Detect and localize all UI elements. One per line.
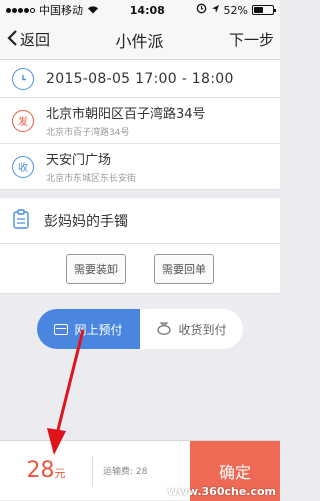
- pay-online-option[interactable]: 网上预付: [37, 309, 140, 349]
- pay-online-label: 网上预付: [74, 322, 123, 337]
- pay-on-delivery-label: 收货到付: [178, 322, 227, 337]
- price-value: 28: [26, 458, 55, 483]
- signal-icon: [6, 7, 35, 13]
- status-bar: 中国移动 14:08 52%: [0, 0, 280, 20]
- need-receipt-button[interactable]: 需要回单: [154, 253, 214, 284]
- payment-area: 网上预付 收货到付: [0, 294, 280, 364]
- battery-icon: [252, 5, 276, 15]
- credit-card-icon: [54, 323, 69, 335]
- sender-address: 北京市朝阳区百子湾路34号: [46, 107, 206, 122]
- price-display: 28元: [0, 458, 92, 483]
- chevron-left-icon: [6, 29, 18, 51]
- next-step-button[interactable]: 下一步: [229, 29, 274, 50]
- back-button[interactable]: 返回: [6, 29, 50, 51]
- receiver-address-detail: 北京市东城区东长安街: [46, 174, 137, 184]
- pickup-time: 2015-08-05 17:00 - 18:00: [46, 70, 234, 87]
- order-details: 2015-08-05 17:00 - 18:00 发 北京市朝阳区百子湾路34号…: [0, 60, 280, 190]
- back-label: 返回: [20, 31, 51, 49]
- receiver-pin-icon: 收: [12, 155, 34, 178]
- page-title: 小件派: [115, 31, 164, 51]
- sender-address-detail: 北京市百子湾路34号: [46, 128, 130, 138]
- pickup-time-row[interactable]: 2015-08-05 17:00 - 18:00: [0, 60, 280, 98]
- item-name: 彭妈妈的手镯: [44, 213, 128, 230]
- wifi-icon: [87, 4, 99, 17]
- need-loading-button[interactable]: 需要装卸: [66, 253, 126, 284]
- clock-icon: [12, 67, 34, 90]
- pay-on-delivery-option[interactable]: 收货到付: [140, 309, 243, 349]
- sender-pin-icon: 发: [12, 109, 34, 132]
- item-section: 彭妈妈的手镯 需要装卸 需要回单: [0, 198, 280, 294]
- shipping-fee: 运输费: 28: [103, 467, 148, 477]
- carrier-label: 中国移动: [39, 4, 83, 17]
- price-unit: 元: [54, 467, 66, 480]
- money-bag-icon: [156, 321, 172, 338]
- navigation-bar: 返回 小件派 下一步: [0, 20, 280, 60]
- payment-method-toggle: 网上预付 收货到付: [37, 309, 243, 349]
- receiver-address: 天安门广场: [46, 153, 112, 168]
- location-icon: [211, 4, 220, 17]
- alarm-icon: [196, 3, 207, 17]
- clock-time: 14:08: [129, 3, 165, 17]
- package-icon: [12, 208, 30, 234]
- watermark: www.360che.com: [167, 485, 276, 498]
- battery-percent: 52%: [223, 3, 248, 17]
- sender-address-row[interactable]: 发 北京市朝阳区百子湾路34号 北京市百子湾路34号: [0, 98, 280, 144]
- service-options: 需要装卸 需要回单: [0, 244, 280, 294]
- item-row[interactable]: 彭妈妈的手镯: [0, 198, 280, 244]
- receiver-address-row[interactable]: 收 天安门广场 北京市东城区东长安街: [0, 144, 280, 190]
